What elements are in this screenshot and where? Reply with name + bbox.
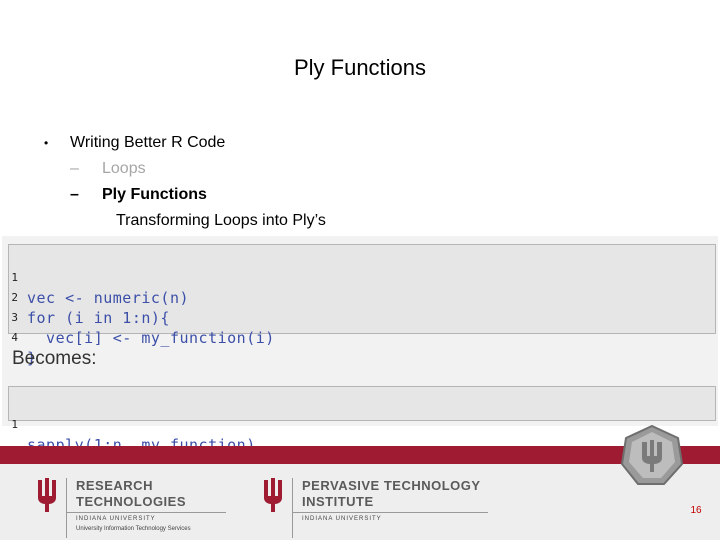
- logo-line-3: INDIANA UNIVERSITY: [302, 516, 382, 522]
- logo-line-1: PERVASIVE TECHNOLOGY: [302, 478, 481, 493]
- iu-trident-icon: [264, 478, 282, 512]
- slide-title: Ply Functions: [293, 55, 427, 80]
- logo-line-1: RESEARCH: [76, 478, 153, 493]
- bullet-text: Writing Better R Code: [70, 134, 226, 151]
- divider: [66, 512, 226, 513]
- bullet-dot: •: [44, 136, 49, 150]
- code-line: 1 sapply(1:n, my_function): [9, 395, 715, 454]
- sub-bullet-loops: – Loops: [44, 156, 326, 182]
- sub-bullet-ply: – Ply Functions: [44, 182, 326, 208]
- footer-panel: RESEARCH TECHNOLOGIES INDIANA UNIVERSITY…: [0, 464, 720, 540]
- iu-trident-icon: [38, 478, 56, 512]
- sub-sub-bullet: Transforming Loops into Ply’s: [116, 212, 326, 229]
- logo-line-2: INSTITUTE: [302, 494, 374, 509]
- divider: [292, 512, 488, 513]
- bullet-list: • Writing Better R Code – Loops – Ply Fu…: [44, 130, 326, 234]
- line-number: 1: [11, 418, 18, 431]
- pervasive-technology-logo: PERVASIVE TECHNOLOGY INSTITUTE INDIANA U…: [262, 478, 502, 540]
- logo-line-2: TECHNOLOGIES: [76, 494, 187, 509]
- research-technologies-logo: RESEARCH TECHNOLOGIES INDIANA UNIVERSITY…: [36, 478, 236, 540]
- code-block-before: 1 vec <- numeric(n) 2 for (i in 1:n){ 3 …: [8, 244, 716, 367]
- dash-glyph: –: [70, 160, 79, 177]
- code-screenshot: 1 vec <- numeric(n) 2 for (i in 1:n){ 3 …: [2, 236, 718, 454]
- iu-seal-icon: [620, 424, 684, 485]
- code-line: 4 }: [9, 308, 715, 367]
- logo-line-3: INDIANA UNIVERSITY: [76, 516, 156, 522]
- divider: [292, 478, 293, 538]
- dash-glyph: –: [70, 186, 79, 203]
- footer-accent-band: [0, 446, 720, 464]
- sub-bullet-text: Ply Functions: [102, 186, 207, 203]
- line-number: 4: [11, 331, 18, 344]
- code-block-after: 1 sapply(1:n, my_function): [8, 386, 716, 454]
- sub-bullet-text: Loops: [102, 160, 146, 177]
- logo-line-4: University Information Technology Servic…: [76, 526, 191, 532]
- code-line: 1 vec <- numeric(n): [9, 248, 715, 307]
- bullet-item: • Writing Better R Code: [44, 130, 326, 156]
- page-number: 16: [690, 505, 702, 516]
- code-line: 2 for (i in 1:n){: [9, 268, 715, 327]
- becomes-label: Becomes:: [12, 348, 97, 369]
- code-line: 3 vec[i] <- my_function(i): [9, 288, 715, 347]
- divider: [66, 478, 67, 538]
